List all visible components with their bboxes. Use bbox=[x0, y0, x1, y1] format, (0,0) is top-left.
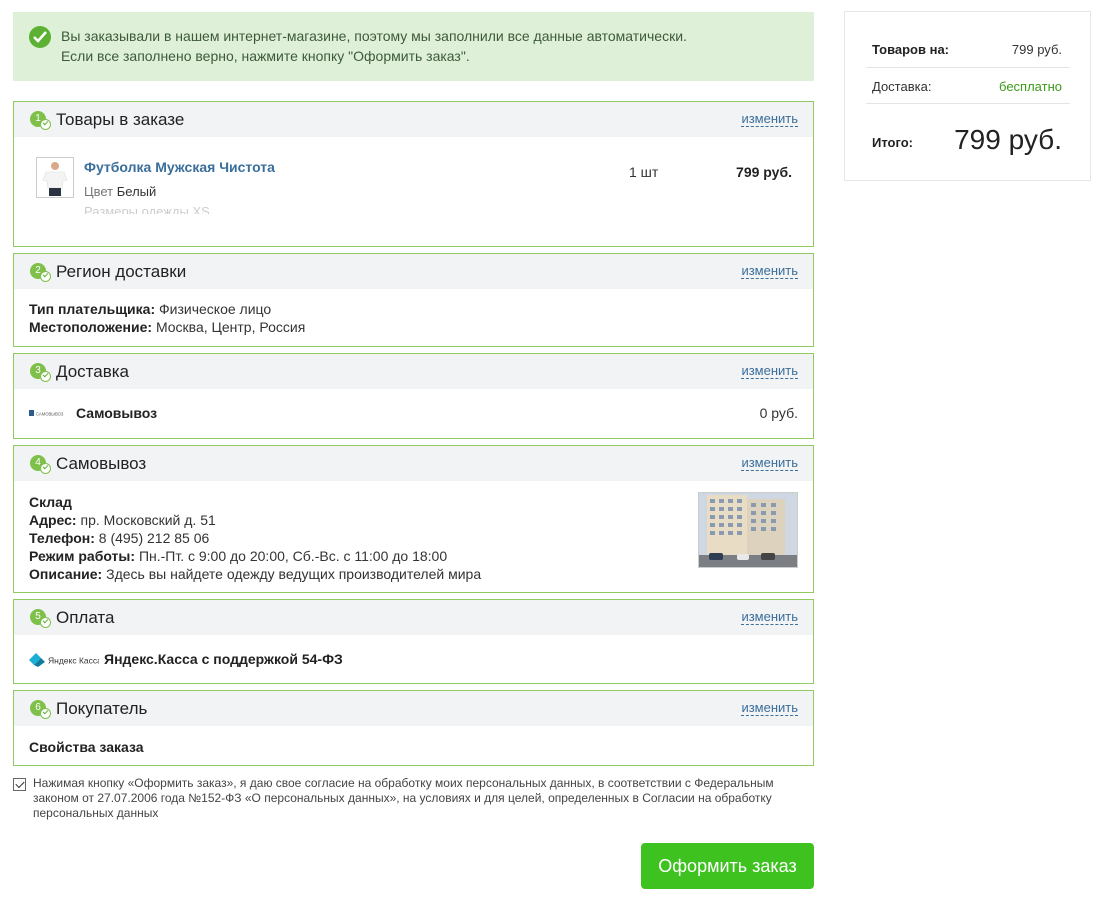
divider bbox=[866, 103, 1070, 104]
step-check-icon bbox=[40, 708, 51, 719]
payment-method-name: Яндекс.Касса с поддержкой 54-ФЗ bbox=[104, 651, 343, 667]
section-title: Самовывоз bbox=[56, 454, 147, 473]
product-color: Цвет Белый bbox=[84, 184, 157, 199]
section-payment: 5 Оплата изменить Яндекс Касса Яндекс.Ка… bbox=[13, 599, 814, 684]
step-check-icon bbox=[40, 463, 51, 474]
edit-link[interactable]: изменить bbox=[741, 610, 798, 625]
section-header: 5 Оплата изменить bbox=[14, 600, 813, 635]
consent-checkbox[interactable] bbox=[13, 778, 26, 791]
summary-total-value: 799 руб. bbox=[954, 124, 1062, 155]
edit-link[interactable]: изменить bbox=[741, 264, 798, 279]
check-circle-icon bbox=[29, 26, 51, 48]
section-delivery: 3 Доставка изменить САМОВЫВОЗ Самовывоз … bbox=[13, 353, 814, 439]
place-order-button[interactable]: Оформить заказ bbox=[641, 843, 814, 889]
section-title: Оплата bbox=[56, 608, 115, 627]
edit-link[interactable]: изменить bbox=[741, 364, 798, 379]
product-price: 799 руб. bbox=[736, 164, 792, 180]
edit-link[interactable]: изменить bbox=[741, 112, 798, 127]
product-quantity: 1 шт bbox=[629, 164, 659, 180]
section-cart: 1 Товары в заказе изменить Футболка Мужс… bbox=[13, 101, 814, 247]
divider bbox=[866, 67, 1070, 68]
section-title: Покупатель bbox=[56, 699, 148, 718]
section-title: Доставка bbox=[56, 362, 130, 381]
order-properties: Свойства заказа bbox=[29, 739, 144, 755]
section-header: 2 Регион доставки изменить bbox=[14, 254, 813, 289]
step-check-icon bbox=[40, 371, 51, 382]
section-title: Регион доставки bbox=[56, 262, 187, 281]
notice-line-2: Если все заполнено верно, нажмите кнопку… bbox=[61, 48, 470, 64]
delivery-price: 0 руб. bbox=[759, 405, 798, 421]
edit-link[interactable]: изменить bbox=[741, 456, 798, 471]
consent-text: Нажимая кнопку «Оформить заказ», я даю с… bbox=[33, 776, 774, 820]
section-pickup: 4 Самовывоз изменить Склад Адрес: пр. Мо… bbox=[13, 445, 814, 593]
section-header: 1 Товары в заказе изменить bbox=[14, 102, 813, 137]
edit-link[interactable]: изменить bbox=[741, 701, 798, 716]
summary-goods-label: Товаров на: bbox=[872, 42, 950, 57]
step-number-badge: 1 bbox=[30, 111, 51, 130]
section-header: 6 Покупатель изменить bbox=[14, 691, 813, 726]
step-number-badge: 6 bbox=[30, 700, 51, 719]
summary-delivery-label: Доставка: bbox=[872, 79, 932, 94]
section-header: 4 Самовывоз изменить bbox=[14, 446, 813, 481]
step-number-badge: 3 bbox=[30, 363, 51, 382]
yandex-kassa-logo: Яндекс Касса bbox=[29, 653, 99, 667]
step-check-icon bbox=[40, 617, 51, 628]
summary-total-label: Итого: bbox=[872, 135, 913, 150]
region-details: Тип плательщика: Физическое лицо Местопо… bbox=[29, 301, 306, 335]
step-number-badge: 4 bbox=[30, 455, 51, 474]
autofill-notice: Вы заказывали в нашем интернет-магазине,… bbox=[13, 12, 814, 81]
consent-block: Нажимая кнопку «Оформить заказ», я даю с… bbox=[13, 776, 814, 821]
delivery-method-name: Самовывоз bbox=[76, 405, 158, 421]
svg-text:САМОВЫВОЗ: САМОВЫВОЗ bbox=[36, 412, 64, 417]
order-summary: Товаров на: 799 руб. Доставка: бесплатно… bbox=[844, 11, 1091, 181]
summary-goods-value: 799 руб. bbox=[1011, 42, 1062, 57]
notice-line-1: Вы заказывали в нашем интернет-магазине,… bbox=[61, 28, 687, 44]
pickup-logo: САМОВЫВОЗ bbox=[29, 410, 64, 417]
section-region: 2 Регион доставки изменить Тип плательщи… bbox=[13, 253, 814, 347]
step-check-icon bbox=[40, 119, 51, 130]
step-number-badge: 5 bbox=[30, 609, 51, 628]
step-check-icon bbox=[40, 271, 51, 282]
section-header: 3 Доставка изменить bbox=[14, 354, 813, 389]
store-photo[interactable] bbox=[698, 492, 798, 568]
section-buyer: 6 Покупатель изменить Свойства заказа bbox=[13, 690, 814, 766]
product-size: Размеры одежды XS bbox=[84, 204, 210, 214]
section-title: Товары в заказе bbox=[56, 110, 185, 129]
product-name-link[interactable]: Футболка Мужская Чистота bbox=[84, 159, 275, 175]
step-number-badge: 2 bbox=[30, 263, 51, 282]
svg-text:Яндекс Касса: Яндекс Касса bbox=[48, 656, 99, 666]
summary-delivery-value: бесплатно bbox=[999, 79, 1062, 94]
product-thumbnail[interactable] bbox=[36, 157, 74, 198]
pickup-details: Склад Адрес: пр. Московский д. 51 Телефо… bbox=[29, 494, 482, 582]
